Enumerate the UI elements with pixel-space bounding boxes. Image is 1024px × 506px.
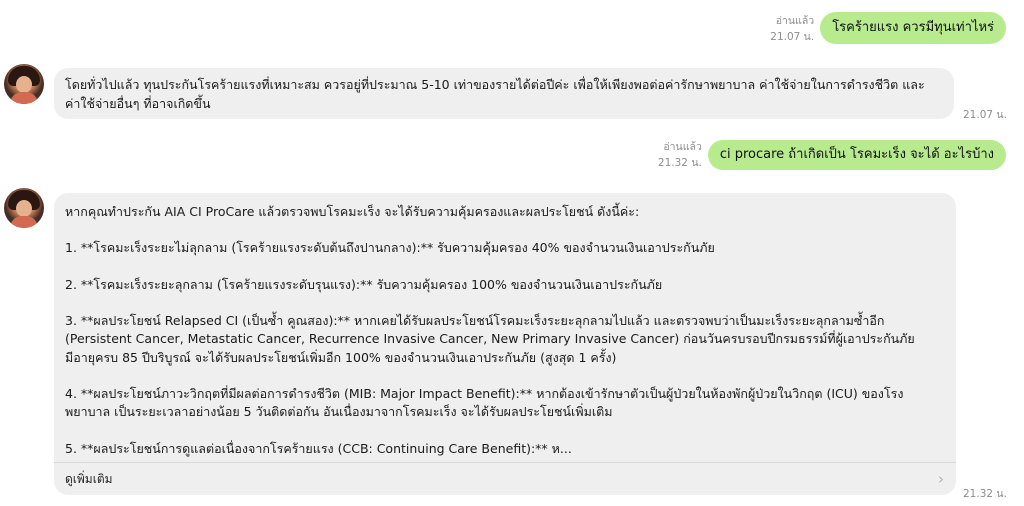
- message-paragraph: 3. **ผลประโยชน์ Relapsed CI (เป็นซ้ำ คูณ…: [65, 313, 915, 365]
- outgoing-bubble[interactable]: ci procare ถ้าเกิดเป็น โรคมะเร็ง จะได้ อ…: [707, 140, 1006, 170]
- read-receipt: อ่านแล้ว: [663, 141, 702, 153]
- message-time: 21.32 น.: [963, 488, 1007, 500]
- message-meta: อ่านแล้ว 21.07 น.: [770, 15, 814, 44]
- incoming-bubble[interactable]: โดยทั่วไปแล้ว ทุนประกันโรคร้ายแรงที่เหมา…: [54, 68, 954, 119]
- message-paragraph: 2. **โรคมะเร็งระยะลุกลาม (โรคร้ายแรงระดั…: [65, 276, 663, 292]
- message-paragraph: 1. **โรคมะเร็งระยะไม่ลุกลาม (โรคร้ายแรงร…: [65, 240, 715, 256]
- incoming-bubble[interactable]: หากคุณทำประกัน AIA CI ProCare แล้วตรวจพบ…: [54, 193, 956, 495]
- see-more-button[interactable]: ดูเพิ่มเติม ›: [54, 462, 956, 495]
- chevron-right-icon: ›: [938, 470, 944, 488]
- see-more-label: ดูเพิ่มเติม: [65, 471, 113, 486]
- avatar[interactable]: [4, 188, 44, 228]
- message-meta: อ่านแล้ว 21.32 น.: [658, 141, 702, 170]
- message-text: โดยทั่วไปแล้ว ทุนประกันโรคร้ายแรงที่เหมา…: [65, 77, 925, 111]
- message-paragraph: หากคุณทำประกัน AIA CI ProCare แล้วตรวจพบ…: [65, 204, 640, 219]
- message-paragraph: 4. **ผลประโยชน์ภาวะวิกฤตที่มีผลต่อการดำร…: [65, 385, 904, 420]
- outgoing-bubble[interactable]: โรคร้ายแรง ควรมีทุนเท่าไหร่: [820, 12, 1006, 44]
- read-receipt: อ่านแล้ว: [775, 15, 815, 27]
- message-time: 21.07 น.: [963, 109, 1007, 121]
- avatar[interactable]: [4, 64, 44, 104]
- outgoing-message: อ่านแล้ว 21.32 น. ci procare ถ้าเกิดเป็น…: [658, 140, 1006, 170]
- message-body: หากคุณทำประกัน AIA CI ProCare แล้วตรวจพบ…: [54, 193, 956, 458]
- outgoing-message: อ่านแล้ว 21.07 น. โรคร้ายแรง ควรมีทุนเท่…: [770, 12, 1006, 44]
- message-paragraph: 5. **ผลประโยชน์การดูแลต่อเนื่องจากโรคร้า…: [65, 440, 572, 456]
- message-time: 21.32 น.: [657, 157, 702, 169]
- message-time: 21.07 น.: [770, 31, 815, 43]
